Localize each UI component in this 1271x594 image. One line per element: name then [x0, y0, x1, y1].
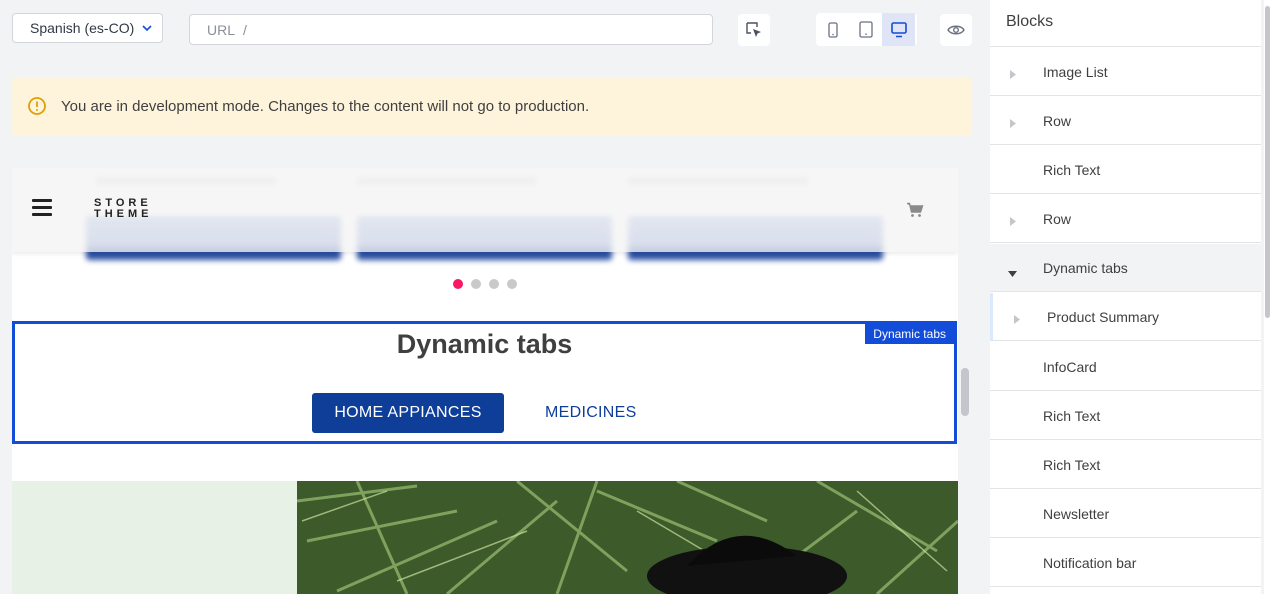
locale-label: Spanish (es-CO)	[30, 20, 135, 36]
alert-message: You are in development mode. Changes to …	[61, 97, 590, 115]
eye-icon	[947, 25, 965, 35]
carousel-dot[interactable]	[489, 279, 499, 289]
device-switcher	[816, 13, 917, 46]
select-element-button[interactable]	[738, 14, 770, 46]
block-item-newsletter[interactable]: Newsletter	[990, 490, 1261, 538]
tablet-icon	[858, 21, 873, 38]
carousel-dots	[453, 279, 517, 289]
dev-mode-alert: You are in development mode. Changes to …	[12, 77, 972, 135]
caret-down-icon[interactable]	[1008, 264, 1017, 280]
preview-scrollbar-thumb[interactable]	[961, 368, 969, 416]
hero-left-panel	[12, 481, 297, 594]
block-item-row[interactable]: Row	[990, 195, 1261, 243]
store-preview: STORE THEME Dynamic tabs Dynamic tabs HO…	[12, 168, 958, 594]
carousel-dot[interactable]	[471, 279, 481, 289]
chevron-down-icon	[142, 24, 152, 32]
hero-image	[297, 481, 958, 594]
cart-icon[interactable]	[906, 202, 924, 223]
tab-home-appliances[interactable]: HOME APPIANCES	[312, 393, 504, 433]
dynamic-tabs-block[interactable]: Dynamic tabs Dynamic tabs HOME APPIANCES…	[12, 321, 957, 444]
mobile-icon	[827, 21, 838, 38]
block-item-notification-bar[interactable]: Notification bar	[990, 539, 1261, 587]
block-item-row[interactable]: Row	[990, 97, 1261, 145]
caret-right-icon[interactable]	[1010, 66, 1016, 82]
url-input[interactable]: URL /	[189, 14, 713, 45]
tablet-view-button[interactable]	[849, 13, 882, 46]
store-logo[interactable]: STORE THEME	[94, 198, 153, 220]
tab-medicines[interactable]: MEDICINES	[545, 393, 637, 433]
warning-icon	[28, 97, 46, 115]
block-item-rich-text[interactable]: Rich Text	[990, 441, 1261, 489]
carousel-dot[interactable]	[507, 279, 517, 289]
hamburger-icon[interactable]	[32, 199, 52, 217]
caret-right-icon[interactable]	[1010, 115, 1016, 131]
block-item-product-summary[interactable]: Product Summary	[990, 293, 1261, 341]
section-title: Dynamic tabs	[396, 329, 573, 359]
panel-title: Blocks	[1006, 13, 1054, 30]
preview-button[interactable]	[940, 14, 972, 46]
block-item-dynamic-tabs[interactable]: Dynamic tabs	[990, 244, 1261, 292]
desktop-icon	[890, 21, 907, 37]
store-header: STORE THEME	[12, 168, 958, 252]
block-item-image-list[interactable]: Image List	[990, 48, 1261, 96]
caret-right-icon[interactable]	[1010, 213, 1016, 229]
url-label: URL	[207, 21, 236, 38]
block-item-infocard[interactable]: InfoCard	[990, 343, 1261, 391]
blocks-panel: Blocks Image List Row Rich Text Row Dyna…	[990, 0, 1261, 594]
panel-scrollbar-thumb[interactable]	[1265, 6, 1270, 318]
locale-select[interactable]: Spanish (es-CO)	[12, 13, 163, 43]
url-value: /	[243, 21, 247, 38]
mobile-view-button[interactable]	[816, 13, 849, 46]
block-item-rich-text[interactable]: Rich Text	[990, 392, 1261, 440]
block-item-rich-text[interactable]: Rich Text	[990, 146, 1261, 194]
caret-right-icon[interactable]	[1014, 311, 1020, 327]
desktop-view-button[interactable]	[882, 13, 915, 46]
cursor-select-icon	[746, 22, 761, 37]
carousel-dot[interactable]	[453, 279, 463, 289]
